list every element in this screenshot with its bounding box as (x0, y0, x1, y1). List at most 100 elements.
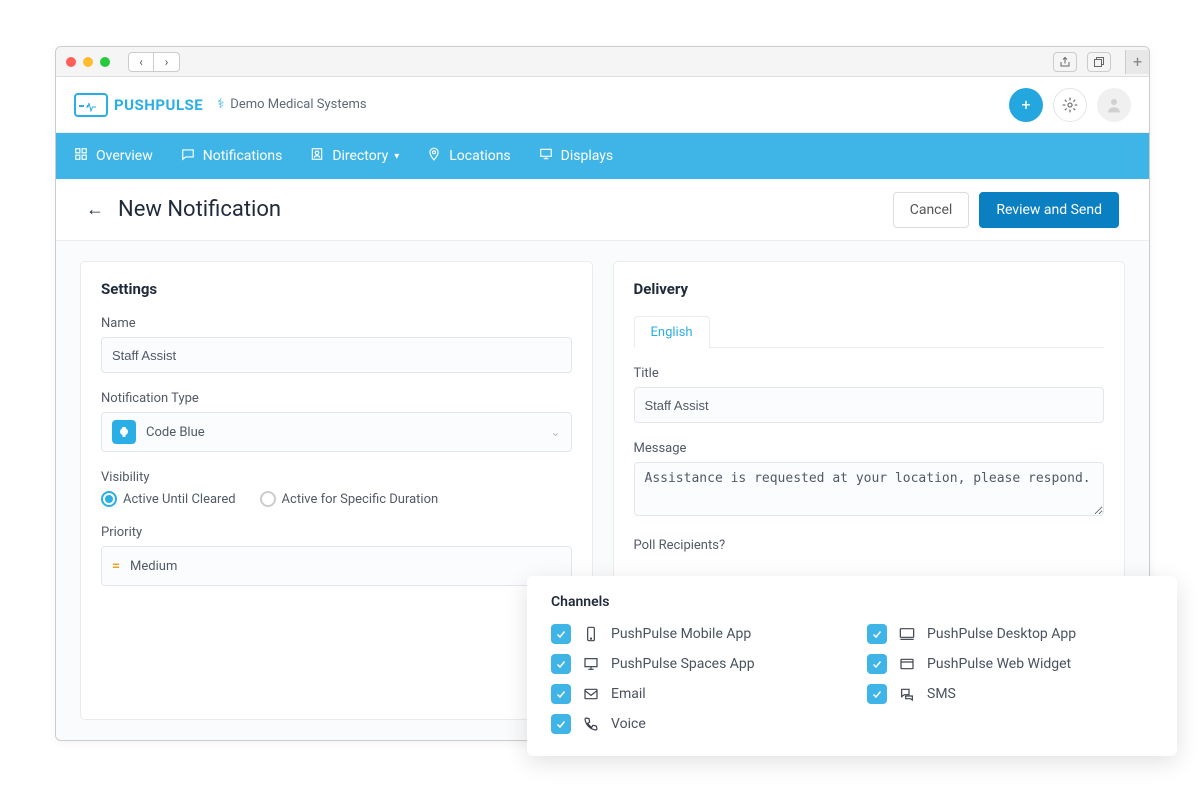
mobile-icon (581, 626, 601, 642)
nav-label: Overview (96, 148, 153, 164)
channel-item[interactable]: Voice (551, 714, 837, 734)
priority-value: Medium (130, 559, 177, 574)
browser-titlebar: ‹ › + (56, 47, 1149, 77)
channel-label: PushPulse Spaces App (611, 656, 755, 672)
contact-icon (310, 147, 324, 165)
priority-label: Priority (101, 525, 572, 540)
maximize-window-button[interactable] (100, 57, 110, 67)
language-tabs: English (634, 316, 1105, 348)
chevron-down-icon: ▾ (394, 151, 399, 162)
page-header: ← New Notification Cancel Review and Sen… (56, 179, 1149, 241)
title-label: Title (634, 366, 1105, 381)
checkbox-icon (551, 714, 571, 734)
priority-medium-icon: = (112, 558, 120, 574)
phone-icon (581, 716, 601, 732)
traffic-lights (66, 57, 110, 67)
message-icon (181, 147, 195, 165)
page-title: New Notification (118, 197, 281, 222)
checkbox-icon (867, 654, 887, 674)
channel-item[interactable]: PushPulse Spaces App (551, 654, 837, 674)
checkbox-icon (551, 654, 571, 674)
channel-item[interactable]: SMS (867, 684, 1153, 704)
radio-icon (101, 491, 117, 507)
close-window-button[interactable] (66, 57, 76, 67)
nav-label: Notifications (203, 148, 283, 164)
radio-label: Active for Specific Duration (282, 492, 439, 507)
browser-nav-buttons: ‹ › (128, 52, 180, 72)
radio-icon (260, 491, 276, 507)
pulse-icon (74, 93, 108, 117)
channel-item[interactable]: PushPulse Desktop App (867, 624, 1153, 644)
type-label: Notification Type (101, 391, 572, 406)
poll-label: Poll Recipients? (634, 538, 1105, 553)
channels-heading: Channels (551, 594, 1153, 610)
channel-label: PushPulse Web Widget (927, 656, 1071, 672)
channel-item[interactable]: PushPulse Mobile App (551, 624, 837, 644)
back-arrow-button[interactable]: ← (86, 199, 104, 220)
chevron-down-icon: ⌄ (550, 425, 560, 439)
app-header: PUSHPULSE ⚕ Demo Medical Systems + (56, 77, 1149, 133)
org-icon: ⚕ (217, 97, 224, 112)
radio-active-until-cleared[interactable]: Active Until Cleared (101, 491, 236, 507)
code-blue-icon (112, 420, 136, 444)
forward-button[interactable]: › (154, 52, 180, 72)
brand-name: PUSHPULSE (114, 96, 203, 114)
notification-type-select[interactable]: Code Blue ⌄ (101, 412, 572, 452)
settings-panel: Settings Name Notification Type Code Blu… (80, 261, 593, 720)
window-icon (897, 656, 917, 672)
nav-label: Displays (561, 148, 613, 164)
channel-label: Voice (611, 716, 646, 732)
tab-english[interactable]: English (634, 316, 710, 348)
settings-heading: Settings (101, 280, 572, 298)
channel-label: SMS (927, 686, 956, 702)
checkbox-icon (551, 624, 571, 644)
channel-label: PushPulse Mobile App (611, 626, 751, 642)
nav-locations[interactable]: Locations (427, 147, 510, 165)
add-button[interactable]: + (1009, 88, 1043, 122)
pin-icon (427, 147, 441, 165)
checkbox-icon (867, 684, 887, 704)
title-input[interactable] (634, 387, 1105, 423)
monitor-icon (581, 656, 601, 672)
back-button[interactable]: ‹ (128, 52, 154, 72)
monitor-icon (539, 147, 553, 165)
channel-label: Email (611, 686, 646, 702)
nav-label: Locations (449, 148, 510, 164)
message-textarea[interactable] (634, 462, 1105, 516)
channel-item[interactable]: Email (551, 684, 837, 704)
share-icon[interactable] (1053, 52, 1077, 72)
nav-label: Directory (332, 148, 388, 164)
name-label: Name (101, 316, 572, 331)
radio-label: Active Until Cleared (123, 492, 236, 507)
desktop-icon (897, 626, 917, 642)
name-input[interactable] (101, 337, 572, 373)
message-label: Message (634, 441, 1105, 456)
app-logo[interactable]: PUSHPULSE (74, 93, 203, 117)
tabs-icon[interactable] (1087, 52, 1111, 72)
minimize-window-button[interactable] (83, 57, 93, 67)
org-name-label: Demo Medical Systems (230, 97, 366, 112)
nav-notifications[interactable]: Notifications (181, 147, 283, 165)
review-send-button[interactable]: Review and Send (979, 192, 1119, 228)
settings-button[interactable] (1053, 88, 1087, 122)
checkbox-icon (551, 684, 571, 704)
nav-overview[interactable]: Overview (74, 147, 153, 165)
main-nav: Overview Notifications Directory ▾ Locat… (56, 133, 1149, 179)
delivery-heading: Delivery (634, 280, 1105, 298)
radio-specific-duration[interactable]: Active for Specific Duration (260, 491, 439, 507)
channel-label: PushPulse Desktop App (927, 626, 1076, 642)
channel-item[interactable]: PushPulse Web Widget (867, 654, 1153, 674)
chat-icon (897, 686, 917, 702)
user-avatar[interactable] (1097, 88, 1131, 122)
nav-directory[interactable]: Directory ▾ (310, 147, 399, 165)
type-value: Code Blue (146, 425, 205, 440)
visibility-label: Visibility (101, 470, 572, 485)
new-tab-button[interactable]: + (1125, 50, 1149, 74)
grid-icon (74, 147, 88, 165)
nav-displays[interactable]: Displays (539, 147, 613, 165)
checkbox-icon (867, 624, 887, 644)
cancel-button[interactable]: Cancel (893, 192, 970, 228)
priority-select[interactable]: = Medium (101, 546, 572, 586)
channels-popover: Channels PushPulse Mobile App PushPulse D… (527, 576, 1177, 756)
org-selector[interactable]: ⚕ Demo Medical Systems (217, 97, 366, 112)
